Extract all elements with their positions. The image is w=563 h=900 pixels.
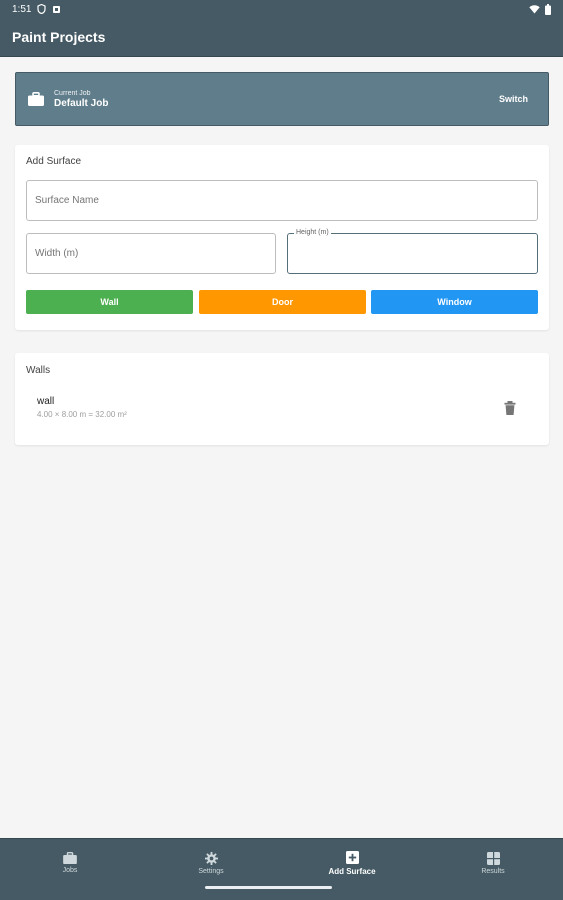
nav-add-surface-label: Add Surface — [328, 866, 376, 876]
wall-dimensions: 4.00 × 8.00 m = 32.00 m² — [37, 410, 127, 419]
shield-icon — [37, 4, 47, 14]
briefcase-icon — [63, 852, 77, 864]
add-box-icon — [345, 850, 359, 864]
current-job-card: Current Job Default Job Switch — [15, 72, 549, 126]
height-input[interactable]: Height (m) — [287, 229, 538, 274]
window-button-label: Window — [437, 297, 472, 307]
briefcase-icon — [28, 92, 44, 106]
walls-title: Walls — [26, 365, 51, 376]
width-placeholder: Width (m) — [35, 248, 79, 259]
wall-name: wall — [37, 396, 55, 407]
wifi-icon — [529, 4, 540, 13]
nav-jobs[interactable]: Jobs — [0, 839, 140, 887]
add-surface-card: Add Surface Surface Name Width (m) Heigh… — [15, 145, 549, 330]
home-indicator[interactable] — [205, 886, 332, 889]
nav-results-label: Results — [481, 867, 505, 875]
current-job-caption: Current Job — [54, 89, 91, 97]
height-label: Height (m) — [294, 229, 331, 236]
app-bar: Paint Projects — [0, 18, 563, 57]
battery-icon — [545, 3, 551, 15]
door-button[interactable]: Door — [199, 290, 366, 314]
trash-icon[interactable] — [504, 401, 516, 415]
wall-button[interactable]: Wall — [26, 290, 193, 314]
walls-card: Walls wall 4.00 × 8.00 m = 32.00 m² — [15, 353, 549, 445]
gear-icon — [204, 851, 218, 865]
current-job-name: Default Job — [54, 97, 109, 109]
notification-icon — [53, 5, 61, 13]
status-bar: 1:51 — [0, 0, 563, 18]
nav-settings-label: Settings — [198, 867, 224, 875]
add-surface-title: Add Surface — [26, 156, 82, 167]
nav-results[interactable]: Results — [423, 839, 563, 887]
nav-settings[interactable]: Settings — [141, 839, 281, 887]
surface-name-placeholder: Surface Name — [35, 195, 99, 206]
grid-icon — [486, 851, 500, 865]
app-title: Paint Projects — [12, 29, 106, 45]
window-button[interactable]: Window — [371, 290, 538, 314]
switch-job-button[interactable]: Switch — [491, 88, 536, 110]
status-time: 1:51 — [12, 3, 32, 15]
width-input[interactable]: Width (m) — [26, 233, 276, 274]
surface-name-input[interactable]: Surface Name — [26, 180, 538, 221]
nav-jobs-label: Jobs — [62, 867, 78, 874]
wall-button-label: Wall — [100, 297, 119, 307]
bottom-nav: Jobs Settings Add Surface Results — [0, 838, 563, 900]
nav-add-surface[interactable]: Add Surface — [282, 839, 422, 887]
door-button-label: Door — [272, 297, 293, 307]
